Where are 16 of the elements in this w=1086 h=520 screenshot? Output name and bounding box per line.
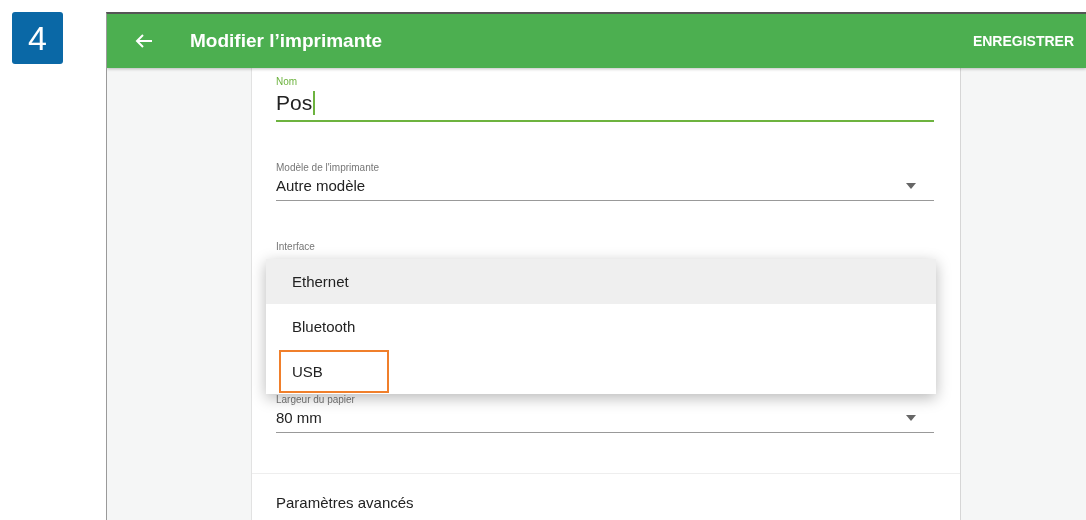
dropdown-arrow-icon (906, 414, 916, 421)
field-label: Nom (276, 76, 299, 87)
menu-item[interactable]: USB (266, 349, 936, 394)
select-field[interactable]: Autre modèle (276, 177, 934, 201)
back-arrow-icon[interactable] (135, 32, 153, 50)
screen-title: Modifier l’imprimante (190, 30, 384, 52)
name-input[interactable]: Pos (276, 91, 934, 122)
field-label: Largeur du papier (276, 394, 356, 405)
field-label: Interface (276, 241, 316, 252)
field-label: Modèle de l'imprimante (276, 162, 381, 173)
step-number: 4 (12, 12, 63, 64)
dropdown-arrow-icon (906, 182, 916, 189)
menu-item[interactable]: Ethernet (266, 259, 936, 304)
select-field[interactable]: 80 mm (276, 409, 934, 433)
menu-item[interactable]: Bluetooth (266, 304, 936, 349)
advanced-settings-link[interactable]: Paramètres avancés (252, 474, 960, 520)
